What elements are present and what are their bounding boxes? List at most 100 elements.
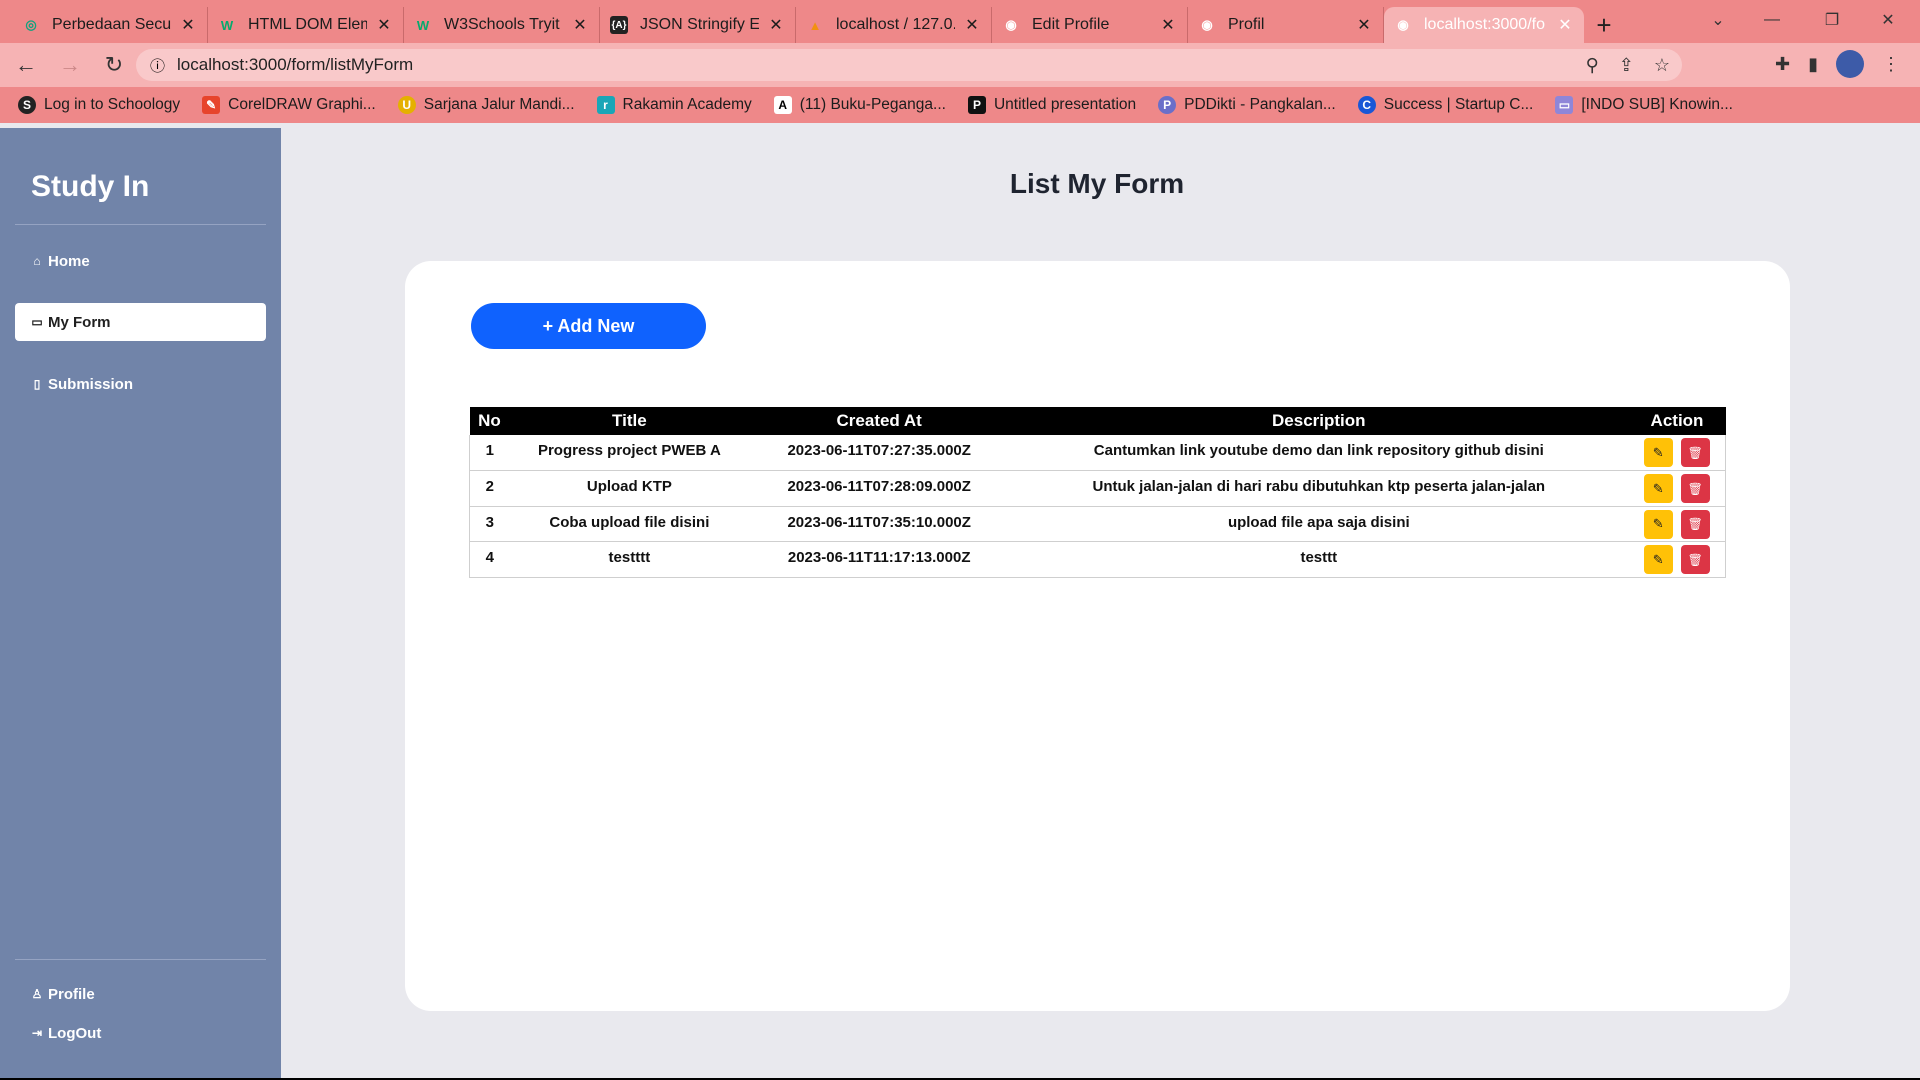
pencil-icon: ✎ — [1652, 516, 1664, 531]
cell-no: 1 — [469, 435, 510, 471]
browser-tab[interactable]: ◎ Perbedaan Securi ✕ — [12, 7, 208, 43]
startup-icon: C — [1357, 96, 1376, 114]
forward-icon[interactable]: → — [52, 47, 88, 83]
user-icon: ♙ — [31, 987, 43, 1001]
chatgpt-icon: ◎ — [25, 17, 37, 32]
close-tab-icon[interactable]: ✕ — [571, 15, 589, 35]
bookmark-star-icon[interactable]: ☆ — [1654, 55, 1670, 76]
sidebar-item-submission[interactable]: ▯ Submission — [15, 365, 266, 403]
delete-button[interactable]: 🗑 — [1680, 474, 1710, 503]
cell-created-at: 2023-06-11T11:17:13.000Z — [749, 541, 1010, 578]
browser-tab[interactable]: W W3Schools Tryit E ✕ — [404, 7, 600, 43]
browser-tab[interactable]: W HTML DOM Elem ✕ — [208, 7, 404, 43]
close-tab-icon[interactable]: ✕ — [1159, 15, 1177, 35]
bookmark-label: PDDikti - Pangkalan... — [1184, 96, 1336, 113]
profile-avatar[interactable] — [1836, 50, 1864, 78]
bookmark-item[interactable]: r Rakamin Academy — [596, 96, 752, 114]
tab-title: W3Schools Tryit E — [444, 16, 563, 33]
add-new-button[interactable]: + Add New — [471, 303, 706, 349]
bookmark-item[interactable]: U Sarjana Jalur Mandi... — [397, 96, 575, 114]
tab-title: Profil — [1228, 16, 1265, 33]
close-tab-icon[interactable]: ✕ — [375, 15, 393, 35]
bookmarks-bar: S Log in to Schoology ✎ CorelDRAW Graphi..… — [0, 87, 1920, 123]
tab-title: Edit Profile — [1032, 16, 1110, 33]
bookmark-label: (11) Buku-Peganga... — [799, 96, 946, 113]
browser-tab-bar: ◎ Perbedaan Securi ✕ W HTML DOM Elem ✕ W… — [0, 0, 1920, 43]
presentation-icon: P — [967, 96, 986, 114]
delete-button[interactable]: 🗑 — [1680, 509, 1710, 539]
sidebar: Study In ⌂ Home ▭ My Form ▯ Submission ♙… — [0, 128, 281, 1080]
browser-tab[interactable]: ▲ localhost / 127.0. ✕ — [796, 7, 992, 43]
close-tab-icon[interactable]: ✕ — [767, 15, 785, 35]
zoom-icon[interactable]: ⚲ — [1586, 55, 1599, 76]
bookmark-label: [INDO SUB] Knowin... — [1581, 96, 1733, 113]
bookmark-item[interactable]: ✎ CorelDRAW Graphi... — [202, 96, 376, 114]
delete-button[interactable]: 🗑 — [1680, 438, 1710, 467]
edit-button[interactable]: ✎ — [1643, 545, 1673, 574]
delete-button[interactable]: 🗑 — [1680, 545, 1710, 574]
sidebar-item-label: Profile — [48, 985, 95, 1003]
edit-button[interactable]: ✎ — [1643, 438, 1673, 467]
divider — [15, 224, 266, 225]
edit-button[interactable]: ✎ — [1643, 509, 1673, 539]
restore-icon[interactable]: ❐ — [1810, 0, 1854, 40]
cell-no: 4 — [469, 541, 510, 578]
sidebar-item-profile[interactable]: ♙ Profile — [15, 975, 266, 1013]
new-tab-button[interactable]: + — [1584, 7, 1624, 43]
cell-title: Progress project PWEB A — [509, 435, 750, 471]
browser-tab-active[interactable]: ◉ localhost:3000/fo ✕ — [1384, 7, 1584, 43]
extensions-icon[interactable]: ✚ — [1775, 54, 1790, 75]
browser-tab[interactable]: ◉ Profil ✕ — [1188, 7, 1384, 43]
sidebar-item-logout[interactable]: ⇥ LogOut — [15, 1014, 266, 1052]
coreldraw-icon: ✎ — [202, 96, 221, 114]
sidebar-item-home[interactable]: ⌂ Home — [15, 242, 266, 280]
bookmark-label: Rakamin Academy — [622, 96, 752, 113]
side-panel-icon[interactable]: ▮ — [1808, 54, 1818, 75]
bookmark-item[interactable]: S Log in to Schoology — [18, 96, 180, 114]
logout-icon: ⇥ — [31, 1026, 43, 1040]
bookmark-item[interactable]: P PDDikti - Pangkalan... — [1158, 96, 1336, 114]
reload-icon[interactable]: ↻ — [96, 47, 132, 83]
browser-tab[interactable]: ◉ Edit Profile ✕ — [992, 7, 1188, 43]
pencil-icon: ✎ — [1652, 444, 1664, 460]
bookmark-label: Log in to Schoology — [44, 96, 181, 113]
tv-icon: ▭ — [1555, 96, 1574, 114]
menu-icon[interactable]: ⋮ — [1882, 54, 1900, 75]
tab-search-icon[interactable]: ⌄ — [1696, 0, 1740, 40]
bookmark-item[interactable]: ▭ [INDO SUB] Knowin... — [1555, 96, 1733, 114]
table-header-row: No Title Created At Description Action — [469, 407, 1726, 435]
pddikti-icon: P — [1158, 96, 1177, 114]
close-tab-icon[interactable]: ✕ — [1355, 15, 1373, 35]
share-icon[interactable]: ⇪ — [1619, 55, 1634, 76]
pencil-icon: ✎ — [1652, 551, 1664, 567]
sidebar-item-label: LogOut — [48, 1024, 102, 1042]
tab-title: HTML DOM Elem — [248, 16, 367, 33]
page-title: List My Form — [1009, 168, 1185, 199]
rakamin-icon: r — [596, 96, 615, 114]
sidebar-item-my-form[interactable]: ▭ My Form — [15, 303, 266, 341]
close-tab-icon[interactable]: ✕ — [1556, 15, 1574, 35]
close-window-icon[interactable]: ✕ — [1866, 0, 1910, 40]
globe-icon: ◉ — [1201, 17, 1213, 32]
cell-description: testtt — [1009, 541, 1629, 578]
url-input[interactable]: ⓘ localhost:3000/form/listMyForm ⚲ ⇪ ☆ — [136, 49, 1682, 81]
sidebar-item-label: Submission — [48, 375, 134, 393]
bookmark-label: CorelDRAW Graphi... — [228, 96, 376, 113]
bookmark-item[interactable]: P Untitled presentation — [967, 96, 1136, 114]
globe-icon: ◉ — [1005, 17, 1017, 32]
cell-action: ✎ 🗑 — [1628, 506, 1726, 542]
minimize-icon[interactable]: — — [1750, 0, 1794, 40]
w3schools-icon: W — [220, 17, 234, 33]
bookmark-item[interactable]: C Success | Startup C... — [1357, 96, 1533, 114]
sidebar-item-label: My Form — [48, 313, 111, 331]
info-icon[interactable]: ⓘ — [150, 55, 165, 76]
cell-no: 3 — [469, 506, 510, 542]
close-tab-icon[interactable]: ✕ — [963, 15, 981, 35]
close-tab-icon[interactable]: ✕ — [179, 15, 197, 35]
browser-tab[interactable]: {A} JSON Stringify Ex ✕ — [600, 7, 796, 43]
bookmark-item[interactable]: A (11) Buku-Peganga... — [773, 96, 946, 114]
table-row: 3 Coba upload file disini 2023-06-11T07:… — [469, 506, 1726, 542]
back-icon[interactable]: ← — [8, 47, 44, 83]
edit-button[interactable]: ✎ — [1643, 474, 1673, 503]
url-text: localhost:3000/form/listMyForm — [177, 55, 414, 74]
